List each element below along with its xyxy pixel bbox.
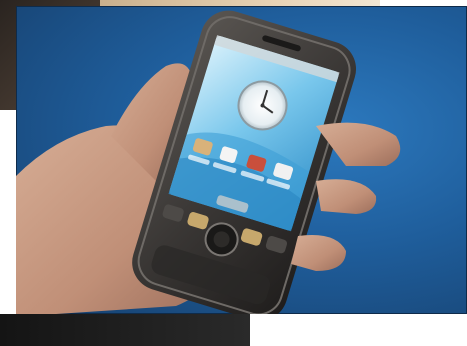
phone-photo-svg xyxy=(16,10,401,314)
background-dark-bottom xyxy=(0,314,250,346)
photo xyxy=(16,6,467,314)
